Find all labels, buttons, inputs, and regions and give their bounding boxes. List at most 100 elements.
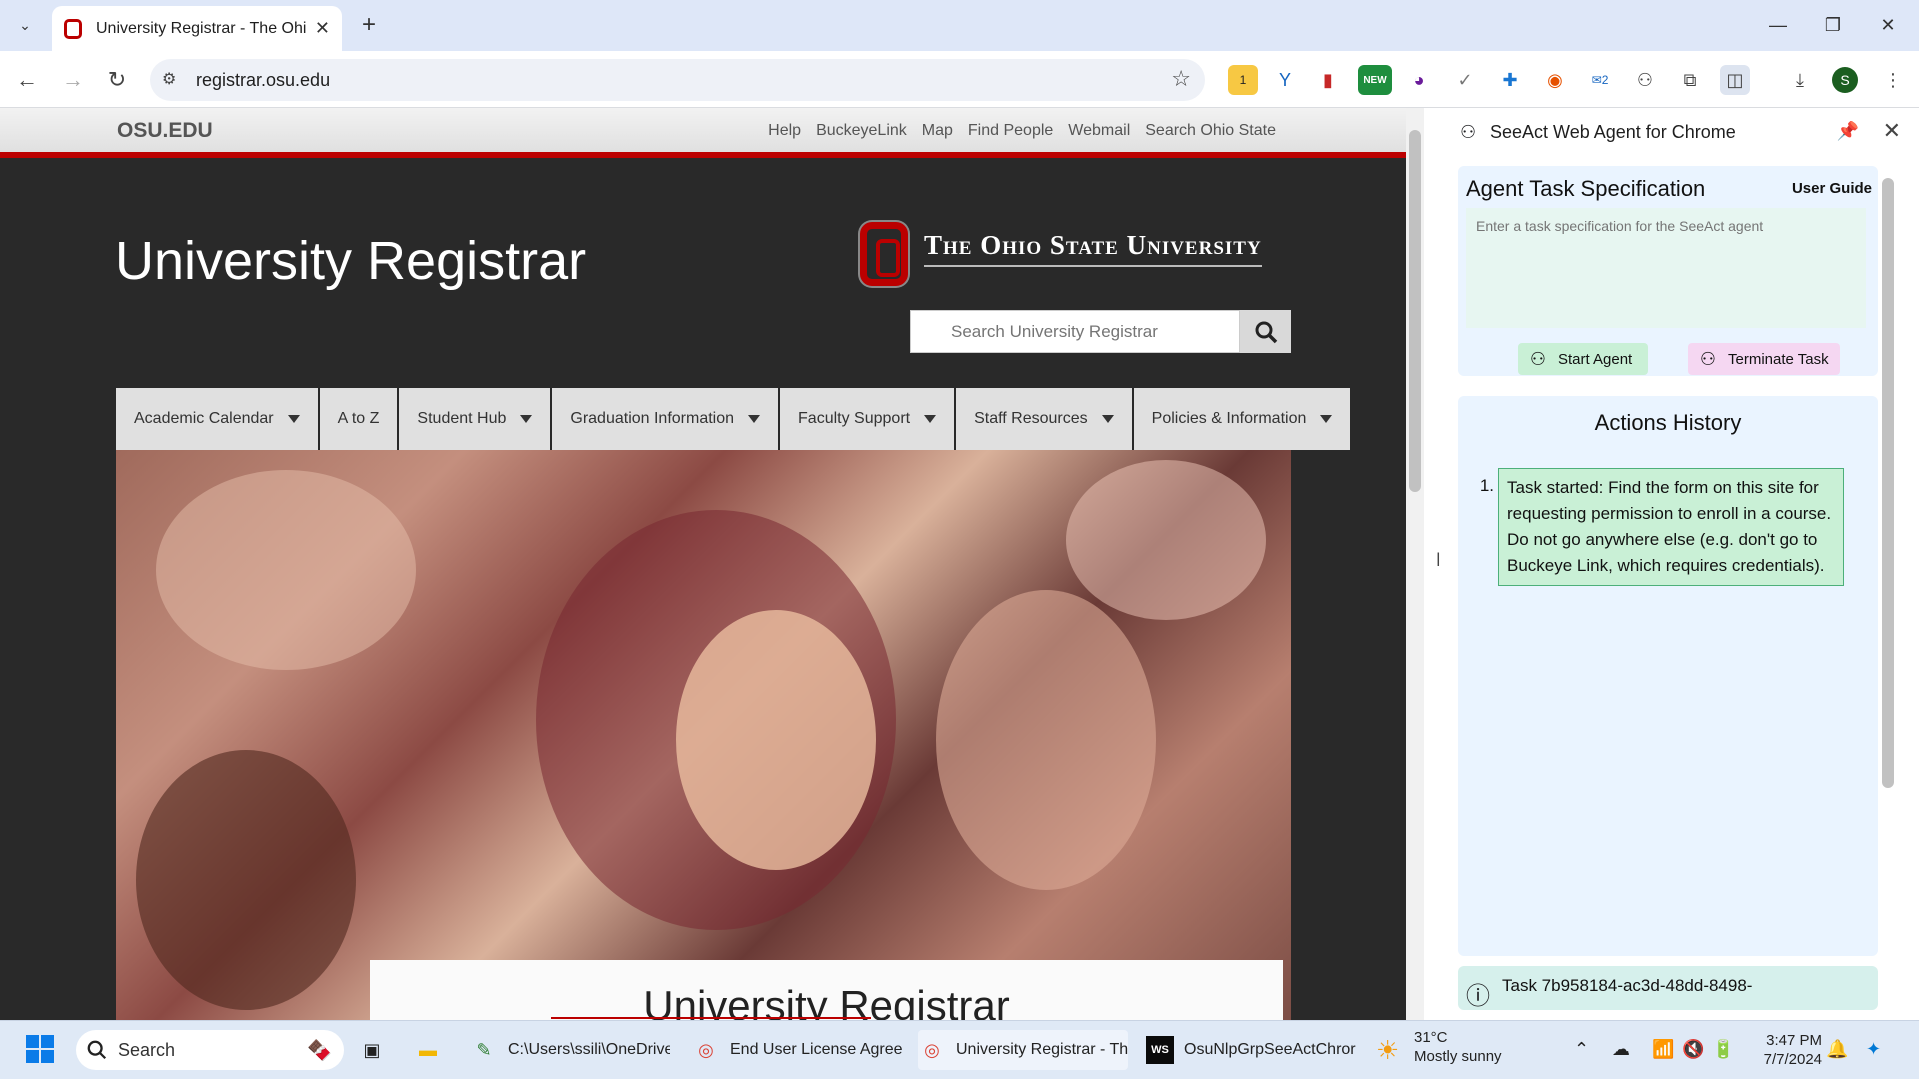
nav-a-to-z[interactable]: A to Z xyxy=(319,388,400,450)
extension-check-icon[interactable]: ✓ xyxy=(1450,65,1480,95)
downloads-icon[interactable]: ⤓ xyxy=(1785,65,1815,95)
seeact-logo-icon: ⚇ xyxy=(1460,122,1477,142)
task-spec-heading: Agent Task Specification xyxy=(1466,176,1706,201)
main-navigation: Academic Calendar A to Z Student Hub Gra… xyxy=(116,388,1353,450)
onedrive-icon[interactable]: ☁ xyxy=(1612,1039,1630,1060)
history-item: 1. Task started: Find the form on this s… xyxy=(1470,468,1870,586)
notification-bell-icon[interactable]: 🔔 xyxy=(1826,1039,1848,1060)
caret-down-icon xyxy=(1320,415,1333,423)
taskbar-search-label: Search xyxy=(118,1039,176,1060)
restore-icon[interactable]: ❐ xyxy=(1810,0,1856,51)
side-panel-toggle-icon[interactable]: ◫ xyxy=(1720,65,1750,95)
folder-icon: ▬ xyxy=(419,1039,437,1060)
nav-staff-resources[interactable]: Staff Resources xyxy=(956,388,1134,450)
nav-label: A to Z xyxy=(337,410,380,427)
forward-arrow-icon[interactable]: → xyxy=(56,63,90,97)
task-status-card: ⓘ Task 7b958184-ac3d-48dd-8498- xyxy=(1458,966,1878,1010)
actions-history-card: Actions History 1. Task started: Find th… xyxy=(1458,396,1878,956)
taskbar-clock[interactable]: 3:47 PM 7/7/2024 xyxy=(1744,1031,1822,1069)
nav-student-hub[interactable]: Student Hub xyxy=(399,388,553,450)
taskbar-app-webstorm[interactable]: WS OsuNlpGrpSeeActChror xyxy=(1146,1030,1356,1070)
extension-notes-icon[interactable]: 1 xyxy=(1228,65,1258,95)
site-title[interactable]: University Registrar xyxy=(115,230,586,292)
reload-icon[interactable]: ↻ xyxy=(100,63,134,97)
nav-label: Staff Resources xyxy=(974,410,1088,427)
utility-link-map[interactable]: Map xyxy=(922,122,953,140)
weather-sun-icon: ☀ xyxy=(1376,1035,1400,1065)
osu-wordmark-logo[interactable]: The Ohio State University xyxy=(860,222,1290,288)
web-page: OSU.EDU Help BuckeyeLink Map Find People… xyxy=(0,108,1406,1020)
task-view-glyph-icon: ▣ xyxy=(363,1039,381,1060)
extensions-puzzle-icon[interactable]: ⧉ xyxy=(1675,65,1705,95)
masthead: University Registrar The Ohio State Univ… xyxy=(0,158,1406,1020)
minimize-icon[interactable]: — xyxy=(1755,0,1801,51)
extension-seeact-icon[interactable]: ⚇ xyxy=(1630,65,1660,95)
tab-close-icon[interactable]: ✕ xyxy=(315,18,330,39)
side-panel-title: SeeAct Web Agent for Chrome xyxy=(1490,122,1736,142)
history-item-text: Task started: Find the form on this site… xyxy=(1498,468,1844,586)
page-scrollbar-thumb[interactable] xyxy=(1409,130,1421,492)
clock-time: 3:47 PM xyxy=(1766,1032,1822,1049)
start-agent-button[interactable]: ⚇ Start Agent xyxy=(1518,343,1648,375)
taskbar-app-chrome-registrar[interactable]: ◎ University Registrar - Th xyxy=(918,1030,1128,1070)
address-bar[interactable]: ⚙ registrar.osu.edu ☆ xyxy=(150,59,1205,101)
pin-icon[interactable]: 📌 xyxy=(1837,121,1859,142)
nav-faculty-support[interactable]: Faculty Support xyxy=(780,388,957,450)
window-close-icon[interactable]: ✕ xyxy=(1865,0,1911,51)
task-spec-textarea[interactable] xyxy=(1466,208,1866,328)
new-tab-plus-icon[interactable]: + xyxy=(354,10,384,40)
active-tab[interactable]: University Registrar - The Ohio ✕ xyxy=(52,6,342,51)
utility-link-find-people[interactable]: Find People xyxy=(968,122,1053,140)
side-panel-scrollbar-thumb[interactable] xyxy=(1882,178,1894,788)
osu-edu-link[interactable]: OSU.EDU xyxy=(117,119,213,143)
copilot-icon[interactable]: ✦ xyxy=(1866,1039,1881,1060)
nav-graduation-information[interactable]: Graduation Information xyxy=(552,388,781,450)
extension-new-badge: NEW xyxy=(1363,74,1387,86)
extension-badge: 1 xyxy=(1239,73,1247,87)
nav-academic-calendar[interactable]: Academic Calendar xyxy=(116,388,320,450)
side-panel-body: Agent Task Specification User Guide ⚇ Sta… xyxy=(1458,166,1892,1010)
extension-book-icon[interactable]: ▮ xyxy=(1313,65,1343,95)
registrar-search-input[interactable] xyxy=(911,311,1239,352)
chrome-icon: ◎ xyxy=(698,1039,714,1060)
extension-orange-icon[interactable]: ◉ xyxy=(1540,65,1570,95)
tab-search-chevron-icon[interactable]: ⌄ xyxy=(10,10,40,40)
profile-avatar[interactable]: S xyxy=(1832,67,1858,93)
side-panel-header: ⚇ SeeAct Web Agent for Chrome 📌 ✕ xyxy=(1440,108,1919,160)
taskbar-search-box[interactable]: Search 🍫 xyxy=(76,1030,344,1070)
extension-chrome-color-icon[interactable]: ◕ xyxy=(1404,65,1434,95)
wifi-icon[interactable]: 📶 xyxy=(1652,1039,1674,1060)
actions-history-heading: Actions History xyxy=(1594,410,1742,435)
nav-policies-information[interactable]: Policies & Information xyxy=(1133,388,1353,450)
extension-puzzle-blue-icon[interactable]: ✚ xyxy=(1495,65,1525,95)
extension-multi-icon[interactable]: ✉ 2 xyxy=(1585,65,1615,95)
taskbar-app-chrome-eula[interactable]: ◎ End User License Agreei xyxy=(692,1030,902,1070)
extension-v-icon[interactable]: Y xyxy=(1270,65,1300,95)
side-panel-close-icon[interactable]: ✕ xyxy=(1883,118,1901,144)
page-scrollbar[interactable] xyxy=(1406,108,1424,1020)
battery-icon[interactable]: 🔋 xyxy=(1712,1039,1734,1060)
utility-link-help[interactable]: Help xyxy=(768,122,801,140)
taskbar-app-explorer[interactable]: ✎ C:\Users\ssili\OneDrive\ xyxy=(470,1030,670,1070)
site-info-icon[interactable]: ⚙ xyxy=(162,69,176,89)
back-arrow-icon[interactable]: ← xyxy=(10,63,44,97)
tray-overflow-chevron-icon[interactable]: ⌃ xyxy=(1574,1039,1589,1060)
utility-link-webmail[interactable]: Webmail xyxy=(1068,122,1130,140)
utility-link-buckeyelink[interactable]: BuckeyeLink xyxy=(816,122,907,140)
bookmark-star-icon[interactable]: ☆ xyxy=(1171,66,1191,92)
file-explorer-icon[interactable]: ▬ xyxy=(414,1030,454,1070)
start-agent-label: Start Agent xyxy=(1558,350,1633,368)
url-text[interactable]: registrar.osu.edu xyxy=(196,70,330,91)
extension-new-icon[interactable]: NEW xyxy=(1358,65,1392,95)
search-button[interactable] xyxy=(1240,310,1291,353)
utility-link-search-ohio-state[interactable]: Search Ohio State xyxy=(1145,122,1276,140)
windows-start-icon[interactable] xyxy=(26,1035,56,1065)
side-panel-scrollbar[interactable] xyxy=(1882,168,1894,1000)
terminate-task-button[interactable]: ⚇ Terminate Task xyxy=(1688,343,1840,375)
task-view-icon[interactable]: ▣ xyxy=(358,1030,398,1070)
task-status-text: Task 7b958184-ac3d-48dd-8498- xyxy=(1502,976,1753,995)
browser-menu-icon[interactable]: ⋮ xyxy=(1878,65,1908,95)
chrome-icon: ◎ xyxy=(924,1039,940,1060)
user-guide-link[interactable]: User Guide xyxy=(1792,180,1872,197)
volume-muted-icon[interactable]: 🔇 xyxy=(1682,1039,1704,1060)
